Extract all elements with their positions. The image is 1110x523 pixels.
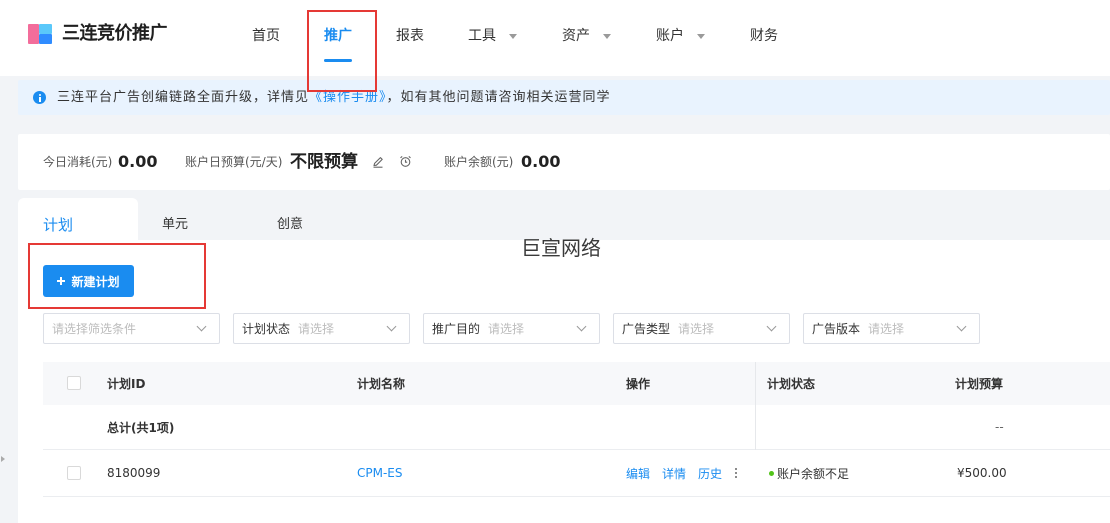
app-name: 三连竞价推广 (62, 23, 168, 44)
main-nav: 首页 推广 报表 工具 资产 账户 财务 (252, 26, 778, 62)
notice-text: 三连平台广告创编链路全面升级，详情见《操作手册》，如有其他问题请咨询相关运营同学 (57, 80, 611, 115)
daily-budget-label: 账户日预算(元/天) (185, 155, 283, 169)
chevron-down-icon (386, 321, 397, 332)
tab-label: 计划 (43, 216, 74, 234)
plus-icon (57, 277, 66, 285)
filter-placeholder: 请选择 (298, 322, 335, 336)
summary-budget: -- (995, 420, 1004, 434)
chevron-down-icon (766, 321, 777, 332)
watermark: 巨宣网络 (521, 236, 601, 260)
row-actions: 编辑 详情 历史 (626, 450, 738, 496)
filter-label: 广告版本 (812, 322, 861, 336)
plan-name-link[interactable]: CPM-ES (357, 450, 403, 496)
logo[interactable]: 三连竞价推广 (28, 20, 168, 48)
details-link[interactable]: 详情 (662, 465, 686, 482)
top-nav-bar: 三连竞价推广 首页 推广 报表 工具 资产 账户 财务 (0, 0, 1110, 76)
column-header-plan-status: 计划状态 (767, 377, 816, 391)
chevron-down-icon (576, 321, 587, 332)
active-nav-indicator (324, 59, 352, 62)
info-icon (33, 91, 46, 104)
more-vertical-icon[interactable] (735, 472, 738, 474)
nav-item-tools[interactable]: 工具 (468, 26, 518, 46)
filter-placeholder: 请选择 (488, 322, 525, 336)
notice-text-after: ，如有其他问题请咨询相关运营同学 (386, 90, 611, 105)
column-divider (755, 362, 756, 450)
caret-down-icon (697, 33, 705, 39)
filter-ad-version[interactable]: 广告版本 请选择 (803, 313, 980, 344)
chevron-down-icon (956, 321, 967, 332)
tab-label: 创意 (277, 217, 304, 232)
notice-banner: 三连平台广告创编链路全面升级，详情见《操作手册》，如有其他问题请咨询相关运营同学 (18, 80, 1110, 115)
history-link[interactable]: 历史 (698, 465, 722, 482)
filter-placeholder: 请选择 (678, 322, 715, 336)
nav-item-label: 资产 (562, 28, 590, 44)
today-spend-value: 0.00 (118, 152, 158, 171)
nav-item-label: 财务 (750, 28, 778, 44)
manual-link[interactable]: 《操作手册》 (309, 90, 387, 105)
nav-item-label: 推广 (324, 28, 352, 44)
edit-link[interactable]: 编辑 (626, 465, 650, 482)
filter-placeholder: 请选择 (868, 322, 905, 336)
summary-label: 总计(共1项) (107, 420, 175, 435)
filter-condition-select[interactable]: 请选择筛选条件 (43, 313, 220, 344)
daily-budget-value: 不限预算 (290, 152, 358, 172)
nav-item-label: 工具 (468, 28, 496, 44)
filter-plan-status[interactable]: 计划状态 请选择 (233, 313, 410, 344)
notice-text-before: 三连平台广告创编链路全面升级，详情见 (57, 90, 310, 105)
chevron-down-icon (196, 321, 207, 332)
filter-ad-type[interactable]: 广告类型 请选择 (613, 313, 790, 344)
plan-status: 账户余额不足 (777, 466, 850, 481)
tab-plan[interactable]: 计划 (18, 198, 138, 240)
table-summary-row: 总计(共1项) -- (43, 405, 1110, 450)
filter-placeholder: 请选择筛选条件 (52, 322, 137, 336)
table-header: 计划ID 计划名称 操作 计划状态 计划预算 (43, 362, 1110, 405)
row-checkbox[interactable] (67, 466, 81, 480)
sidebar-expand-arrow-icon[interactable] (1, 456, 5, 462)
filter-label: 计划状态 (242, 322, 291, 336)
filter-promotion-goal[interactable]: 推广目的 请选择 (423, 313, 600, 344)
filter-label: 广告类型 (622, 322, 671, 336)
nav-item-label: 首页 (252, 28, 280, 44)
alarm-clock-icon[interactable] (399, 155, 412, 171)
account-stats-card: 今日消耗(元) 0.00 账户日预算(元/天) 不限预算 账户余额(元) 0.0… (18, 134, 1110, 190)
caret-down-icon (509, 33, 517, 39)
column-header-plan-name: 计划名称 (357, 377, 406, 391)
nav-item-promotion[interactable]: 推广 (324, 26, 352, 62)
today-spend-label: 今日消耗(元) (43, 155, 113, 169)
nav-item-finance[interactable]: 财务 (750, 26, 778, 46)
table-row: 8180099 CPM-ES 编辑 详情 历史 账户余额不足 ¥500.00 (43, 450, 1110, 497)
nav-item-assets[interactable]: 资产 (562, 26, 612, 46)
nav-item-account[interactable]: 账户 (656, 26, 706, 46)
nav-item-reports[interactable]: 报表 (396, 26, 424, 46)
plan-budget: ¥500.00 (957, 466, 1007, 480)
column-header-plan-budget: 计划预算 (955, 377, 1004, 391)
logo-icon (28, 22, 52, 46)
new-plan-button[interactable]: 新建计划 (43, 265, 134, 297)
nav-item-label: 报表 (396, 28, 424, 44)
caret-down-icon (603, 33, 611, 39)
filter-label: 推广目的 (432, 322, 481, 336)
tab-creative[interactable]: 创意 (265, 198, 315, 240)
plan-table: 计划ID 计划名称 操作 计划状态 计划预算 总计(共1项) -- 818009… (43, 362, 1110, 497)
balance-label: 账户余额(元) (444, 155, 514, 169)
nav-item-label: 账户 (656, 28, 684, 44)
select-all-checkbox[interactable] (67, 376, 81, 390)
plan-id: 8180099 (107, 466, 161, 480)
status-dot (769, 471, 774, 476)
nav-item-home[interactable]: 首页 (252, 26, 280, 46)
tab-label: 单元 (162, 217, 189, 232)
balance-value: 0.00 (521, 152, 561, 171)
new-plan-label: 新建计划 (71, 274, 120, 289)
tab-unit[interactable]: 单元 (150, 198, 200, 240)
column-header-plan-id: 计划ID (107, 377, 146, 391)
column-header-actions: 操作 (626, 377, 651, 391)
edit-icon[interactable] (372, 156, 384, 171)
